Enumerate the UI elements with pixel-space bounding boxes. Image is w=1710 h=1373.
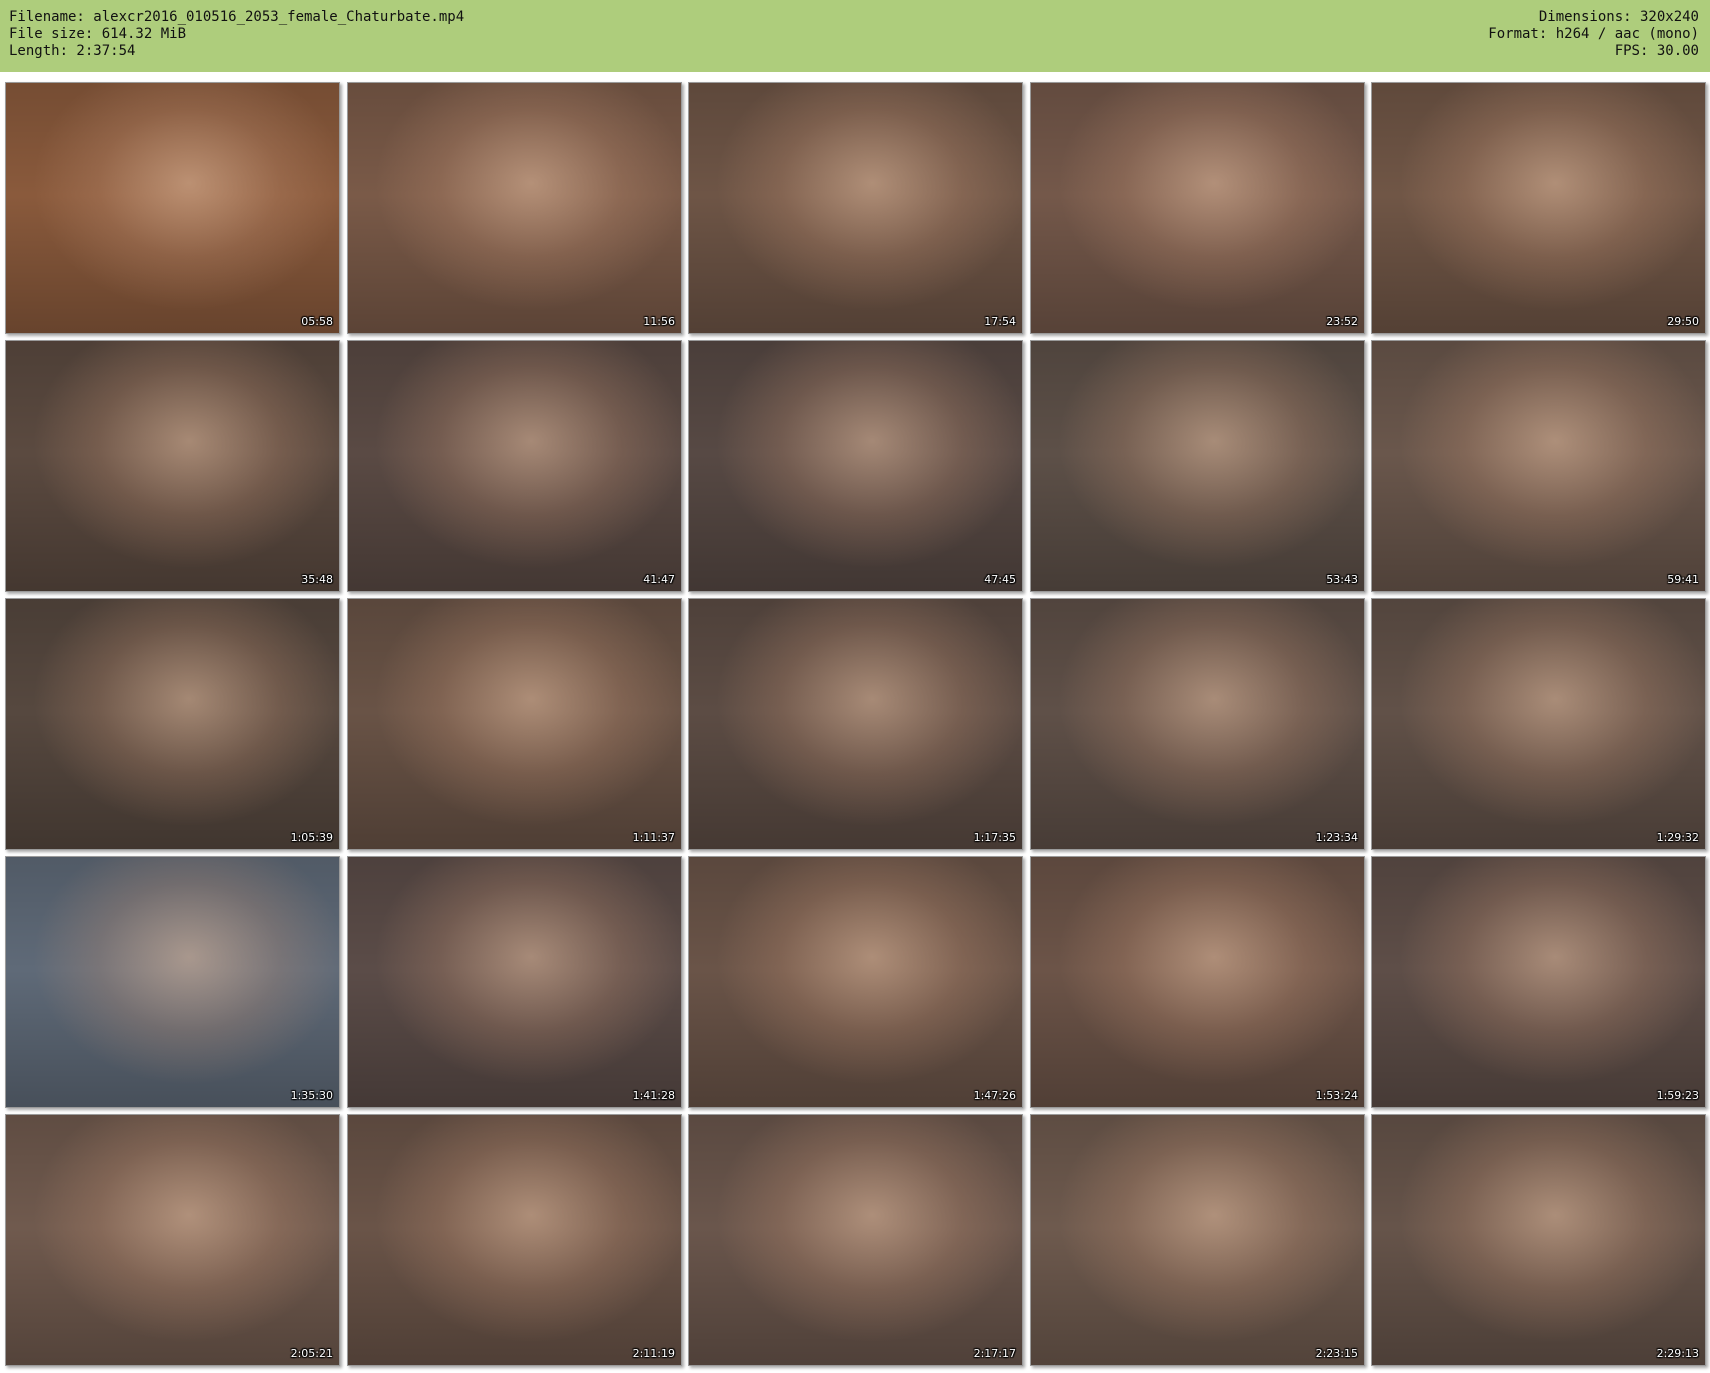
thumbnail-timestamp: 2:17:17 — [973, 1347, 1016, 1360]
video-thumbnail: 1:59:23 — [1371, 856, 1706, 1108]
thumbnail-timestamp: 1:11:37 — [632, 831, 675, 844]
format-text: Format: h264 / aac (mono) — [1488, 26, 1699, 42]
thumbnail-frame — [1031, 1115, 1364, 1365]
video-thumbnail: 1:53:24 — [1030, 856, 1365, 1108]
video-thumbnail: 1:23:34 — [1030, 598, 1365, 850]
video-thumbnail: 2:29:13 — [1371, 1114, 1706, 1366]
thumbnail-frame — [1372, 1115, 1705, 1365]
thumbnail-frame — [1372, 599, 1705, 849]
thumbnail-timestamp: 1:17:35 — [973, 831, 1016, 844]
thumbnail-timestamp: 1:47:26 — [973, 1089, 1016, 1102]
thumbnail-frame — [1031, 599, 1364, 849]
thumbnail-timestamp: 2:23:15 — [1315, 1347, 1358, 1360]
thumbnail-frame — [6, 599, 339, 849]
thumbnail-timestamp: 1:41:28 — [632, 1089, 675, 1102]
thumbnail-timestamp: 29:50 — [1667, 315, 1699, 328]
thumbnail-frame — [1372, 857, 1705, 1107]
dimensions-text: Dimensions: 320x240 — [1538, 9, 1699, 25]
video-thumbnail: 11:56 — [347, 82, 682, 334]
thumbnail-frame — [689, 857, 1022, 1107]
thumbnail-timestamp: 17:54 — [984, 315, 1016, 328]
thumbnail-timestamp: 1:35:30 — [290, 1089, 333, 1102]
thumbnail-frame — [689, 83, 1022, 333]
thumbnail-frame — [6, 857, 339, 1107]
video-thumbnail: 35:48 — [5, 340, 340, 592]
video-thumbnail: 1:29:32 — [1371, 598, 1706, 850]
video-thumbnail: 2:11:19 — [347, 1114, 682, 1366]
video-thumbnail: 2:05:21 — [5, 1114, 340, 1366]
thumbnail-frame — [689, 599, 1022, 849]
thumbnail-frame — [1372, 83, 1705, 333]
thumbnail-frame — [6, 341, 339, 591]
thumbnail-timestamp: 53:43 — [1326, 573, 1358, 586]
video-thumbnail: 29:50 — [1371, 82, 1706, 334]
thumbnail-timestamp: 2:05:21 — [290, 1347, 333, 1360]
stream-info: Dimensions: 320x240 Format: h264 / aac (… — [1488, 9, 1699, 60]
video-thumbnail: 05:58 — [5, 82, 340, 334]
video-thumbnail: 1:41:28 — [347, 856, 682, 1108]
thumbnail-timestamp: 11:56 — [643, 315, 675, 328]
video-thumbnail: 1:35:30 — [5, 856, 340, 1108]
thumbnail-timestamp: 1:29:32 — [1656, 831, 1699, 844]
thumbnail-frame — [348, 341, 681, 591]
video-thumbnail: 47:45 — [688, 340, 1023, 592]
thumbnail-timestamp: 05:58 — [301, 315, 333, 328]
video-thumbnail: 1:47:26 — [688, 856, 1023, 1108]
filename-text: Filename: alexcr2016_010516_2053_female_… — [9, 9, 465, 25]
video-thumbnail: 1:11:37 — [347, 598, 682, 850]
filesize-text: File size: 614.32 MiB — [9, 26, 187, 42]
thumbnail-frame — [348, 1115, 681, 1365]
thumbnail-timestamp: 2:29:13 — [1656, 1347, 1699, 1360]
file-info: Filename: alexcr2016_010516_2053_female_… — [9, 9, 464, 60]
video-thumbnail: 17:54 — [688, 82, 1023, 334]
thumbnail-frame — [348, 599, 681, 849]
thumbnail-timestamp: 59:41 — [1667, 573, 1699, 586]
fps-text: FPS: 30.00 — [1614, 43, 1699, 59]
thumbnail-frame — [348, 857, 681, 1107]
video-thumbnail: 53:43 — [1030, 340, 1365, 592]
thumbnail-timestamp: 47:45 — [984, 573, 1016, 586]
thumbnail-timestamp: 35:48 — [301, 573, 333, 586]
video-thumbnail: 23:52 — [1030, 82, 1365, 334]
thumbnail-timestamp: 1:59:23 — [1656, 1089, 1699, 1102]
thumbnail-timestamp: 23:52 — [1326, 315, 1358, 328]
thumbnail-timestamp: 1:53:24 — [1315, 1089, 1358, 1102]
thumbnail-frame — [1031, 857, 1364, 1107]
thumbnail-frame — [6, 83, 339, 333]
video-thumbnail: 2:23:15 — [1030, 1114, 1365, 1366]
thumbnail-frame — [1372, 341, 1705, 591]
video-thumbnail: 1:17:35 — [688, 598, 1023, 850]
thumbnail-timestamp: 41:47 — [643, 573, 675, 586]
video-thumbnail: 1:05:39 — [5, 598, 340, 850]
thumbnail-frame — [1031, 83, 1364, 333]
length-text: Length: 2:37:54 — [9, 43, 136, 59]
video-thumbnail: 41:47 — [347, 340, 682, 592]
thumbnail-timestamp: 1:05:39 — [290, 831, 333, 844]
thumbnail-frame — [689, 341, 1022, 591]
thumbnail-frame — [1031, 341, 1364, 591]
thumbnail-frame — [6, 1115, 339, 1365]
thumbnail-timestamp: 1:23:34 — [1315, 831, 1358, 844]
thumbnail-timestamp: 2:11:19 — [632, 1347, 675, 1360]
thumbnail-frame — [348, 83, 681, 333]
video-thumbnail: 59:41 — [1371, 340, 1706, 592]
video-thumbnail: 2:17:17 — [688, 1114, 1023, 1366]
info-header: Filename: alexcr2016_010516_2053_female_… — [0, 0, 1710, 72]
thumbnail-frame — [689, 1115, 1022, 1365]
